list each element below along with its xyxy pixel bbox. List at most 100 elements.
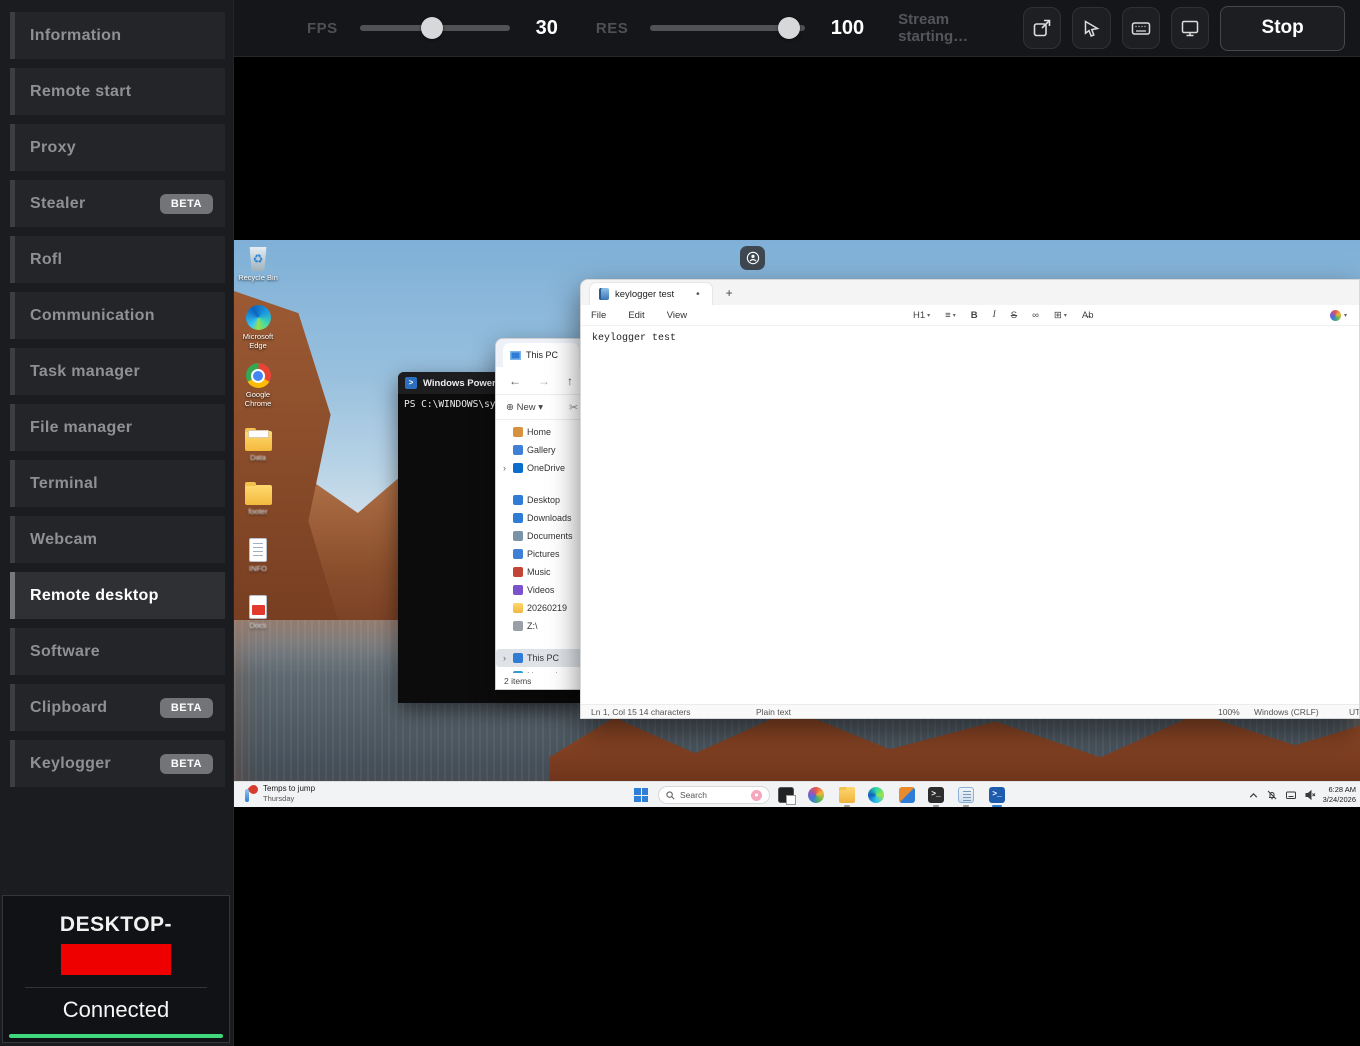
system-tray[interactable]: 6:28 AM 3/24/2026 <box>1248 782 1356 807</box>
gallery-icon <box>513 445 523 455</box>
bell-slash-icon[interactable] <box>1266 789 1278 801</box>
sidebar-item-clipboard[interactable]: ClipboardBETA <box>10 684 225 731</box>
store-taskbar-button[interactable] <box>899 787 915 803</box>
windows-taskbar[interactable]: Temps to jump Thursday Search >_ >_ <box>234 781 1360 807</box>
desktop-icon-info[interactable]: INFO <box>236 534 280 573</box>
onedrive-icon <box>513 463 523 473</box>
clock-time: 6:28 AM <box>1323 785 1356 795</box>
sidebar-item-terminal[interactable]: Terminal <box>10 460 225 507</box>
status-cell: UTF- <box>1349 707 1359 717</box>
sidebar-item-remote-desktop[interactable]: Remote desktop <box>10 572 225 619</box>
notepad-editor[interactable]: keylogger test <box>581 326 1359 704</box>
explorer-tab-label: This PC <box>526 350 558 360</box>
drive-icon <box>513 621 523 631</box>
res-slider-thumb[interactable] <box>778 17 800 39</box>
cut-icon[interactable]: ✂ <box>569 401 578 414</box>
menu-edit[interactable]: Edit <box>628 310 644 321</box>
item-accent <box>10 348 15 395</box>
fps-slider-thumb[interactable] <box>421 17 443 39</box>
start-button[interactable] <box>634 788 648 802</box>
fps-slider[interactable] <box>360 16 510 40</box>
sidebar-item-webcam[interactable]: Webcam <box>10 516 225 563</box>
weather-text: Temps to jump Thursday <box>263 784 315 803</box>
desktop-icon-recycle-bin[interactable]: Recycle Bin <box>236 243 280 282</box>
notepad-icon <box>958 787 974 803</box>
terminal-taskbar-button[interactable]: >_ <box>928 787 944 803</box>
desktop-icon-footer[interactable]: footer <box>236 477 280 516</box>
sidebar-item-software[interactable]: Software <box>10 628 225 675</box>
desktop-icon-data[interactable]: Data <box>236 423 280 462</box>
keyboard-button[interactable] <box>1122 7 1160 49</box>
home-icon <box>513 427 523 437</box>
touch-keyboard-icon[interactable] <box>1285 789 1297 801</box>
taskbar-clock[interactable]: 6:28 AM 3/24/2026 <box>1323 785 1356 805</box>
notepad-statusbar: Ln 1, Col 1514 charactersPlain text100%W… <box>581 704 1359 718</box>
desktop-icon-microsoft-edge[interactable]: Microsoft Edge <box>236 302 280 350</box>
item-accent <box>10 740 15 787</box>
sidebar-item-information[interactable]: Information <box>10 12 225 59</box>
heading-style-icon: H1 <box>913 310 925 321</box>
explorer-item-label: Music <box>527 567 551 577</box>
powershell-taskbar-button[interactable]: >_ <box>989 787 1005 803</box>
item-accent <box>10 180 15 227</box>
notepad-format-toolbar: H1▾ ≡▾ B I S ∞ ⊞▾ A̶b <box>913 305 1094 325</box>
copilot-taskbar-button[interactable] <box>808 787 824 803</box>
explorer-item-label: This PC <box>527 653 559 663</box>
strikethrough-button[interactable]: S <box>1011 310 1017 321</box>
running-indicator <box>933 805 939 807</box>
stop-button[interactable]: Stop <box>1220 6 1345 51</box>
speaker-mute-icon[interactable] <box>1304 789 1316 801</box>
file-explorer-taskbar-button[interactable] <box>839 787 855 803</box>
menu-file[interactable]: File <box>591 310 606 321</box>
notepad-tab[interactable]: keylogger test • <box>589 282 713 305</box>
taskbar-search[interactable]: Search <box>658 786 770 804</box>
monitor-button[interactable] <box>1171 7 1209 49</box>
bold-button[interactable]: B <box>971 310 978 321</box>
clear-formatting-button[interactable]: A̶b <box>1082 310 1094 321</box>
item-accent <box>10 684 15 731</box>
item-accent <box>10 236 15 283</box>
task-view-taskbar-button[interactable] <box>778 787 794 803</box>
device-name-redaction <box>61 944 171 975</box>
new-tab-button[interactable]: + <box>726 286 733 300</box>
new-button[interactable]: ⊕ New ▾ <box>506 402 543 413</box>
notepad-taskbar-button[interactable] <box>958 787 974 803</box>
sidebar-item-remote-start[interactable]: Remote start <box>10 68 225 115</box>
explorer-tab-this-pc[interactable]: This PC <box>503 343 579 367</box>
file-explorer-icon <box>839 787 855 803</box>
res-label: RES <box>596 20 628 37</box>
notepad-window[interactable]: keylogger test • + FileEditView H1▾≡▾BIS… <box>580 279 1360 719</box>
sidebar-item-rofl[interactable]: Rofl <box>10 236 225 283</box>
sidebar-item-file-manager[interactable]: File manager <box>10 404 225 451</box>
res-slider[interactable] <box>650 16 805 40</box>
sidebar-item-label: File manager <box>30 419 132 437</box>
popout-button[interactable] <box>1023 7 1061 49</box>
table-button[interactable]: ⊞▾ <box>1054 310 1067 321</box>
weather-widget[interactable]: Temps to jump Thursday <box>244 784 315 803</box>
sidebar-item-keylogger[interactable]: KeyloggerBETA <box>10 740 225 787</box>
edge-taskbar-button[interactable] <box>868 787 884 803</box>
sidebar-item-communication[interactable]: Communication <box>10 292 225 339</box>
copilot-button[interactable]: ▾ <box>1330 305 1347 325</box>
item-accent <box>10 404 15 451</box>
up-icon[interactable]: ↑ <box>567 374 573 388</box>
sidebar-item-proxy[interactable]: Proxy <box>10 124 225 171</box>
menu-view[interactable]: View <box>667 310 687 321</box>
cursor-button[interactable] <box>1072 7 1110 49</box>
sidebar-item-task-manager[interactable]: Task manager <box>10 348 225 395</box>
link-button[interactable]: ∞ <box>1032 310 1039 321</box>
italic-button[interactable]: I <box>993 310 996 320</box>
desktop-icon-google-chrome[interactable]: Google Chrome <box>236 360 280 408</box>
forward-icon[interactable]: → <box>538 374 550 388</box>
sidebar-item-label: Stealer <box>30 195 85 213</box>
sidebar-item-label: Communication <box>30 307 155 325</box>
desktop-icon-docs[interactable]: Docs <box>236 591 280 630</box>
chevron-up-icon[interactable] <box>1248 790 1259 801</box>
list-button[interactable]: ≡▾ <box>945 310 956 321</box>
sidebar-item-stealer[interactable]: StealerBETA <box>10 180 225 227</box>
remote-desktop-stream[interactable]: Recycle Bin Microsoft Edge Google Chrome Da… <box>234 240 1360 807</box>
back-icon[interactable]: ← <box>509 374 521 388</box>
heading-style-button[interactable]: H1▾ <box>913 310 930 321</box>
device-name: DESKTOP- <box>3 913 229 937</box>
external-link-icon <box>1031 17 1053 39</box>
